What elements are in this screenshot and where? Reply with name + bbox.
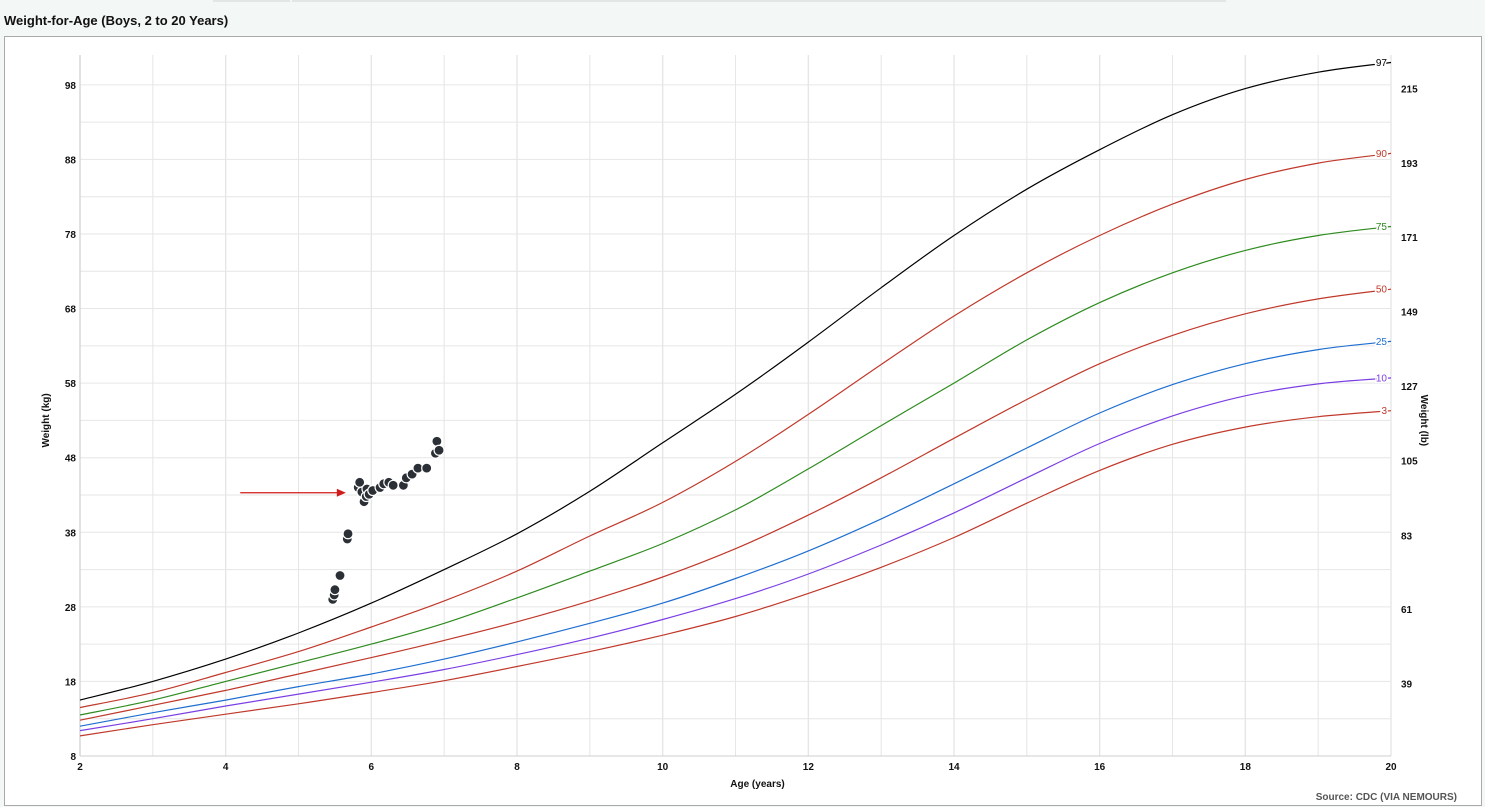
x-tick-label: 6 [369, 762, 375, 773]
measurement-point [431, 435, 443, 447]
measurement-point [329, 584, 341, 596]
y-tick-label: 88 [65, 155, 77, 166]
percentile-25-label: 25 [1376, 337, 1388, 348]
growth-chart: 2 4 6 8 10 12 14 16 18 20818283848586878889839618… [41, 55, 1429, 790]
percentile-97-label: 97 [1376, 58, 1388, 69]
measurement-point [334, 569, 346, 582]
x-tick-label: 4 [223, 762, 229, 773]
y-tick-label-right: 149 [1401, 308, 1418, 319]
y-tick-label: 98 [65, 81, 77, 92]
y-tick-label: 18 [65, 677, 77, 688]
measurement-point [387, 479, 399, 491]
percentile-50-label: 50 [1376, 285, 1388, 296]
x-tick-label: 16 [1094, 762, 1106, 773]
y-tick-label-right: 61 [1401, 605, 1413, 616]
y-tick-label-right: 215 [1401, 85, 1418, 96]
top-bar-segment [292, 0, 1226, 2]
y-tick-label: 58 [65, 379, 77, 390]
percentile-75-label: 75 [1376, 222, 1388, 233]
measurement-point [433, 444, 445, 456]
y-tick-label-right: 83 [1401, 531, 1413, 542]
y-tick-label: 68 [65, 305, 77, 316]
x-tick-label: 12 [803, 762, 815, 773]
y-tick-label: 28 [65, 603, 77, 614]
measurement-point [342, 528, 354, 540]
x-tick-label: 20 [1385, 762, 1397, 773]
y-tick-label: 48 [65, 454, 77, 465]
y-tick-label-right: 193 [1401, 159, 1418, 170]
top-bar-segment [213, 0, 290, 2]
y-tick-label-right: 127 [1401, 382, 1418, 393]
x-tick-label: 14 [948, 762, 960, 773]
top-bar [0, 0, 1485, 4]
annotation-arrow-head [336, 488, 346, 497]
x-tick-label: 2 [77, 762, 83, 773]
x-tick-label: 10 [657, 762, 669, 773]
x-tick-label: 8 [514, 762, 520, 773]
y-tick-label-right: 105 [1401, 457, 1418, 468]
percentile-10-label: 10 [1376, 373, 1388, 384]
y-tick-label-right: 171 [1401, 233, 1418, 244]
percentile-3-label: 3 [1381, 406, 1387, 417]
y-tick-label: 78 [65, 230, 77, 241]
measurement-point [421, 462, 433, 474]
percentile-90-label: 90 [1376, 149, 1388, 160]
y-axis-label: Weight (kg) [41, 393, 52, 447]
page-title: Weight-for-Age (Boys, 2 to 20 Years) [4, 13, 229, 28]
x-axis-label: Age (years) [730, 779, 784, 790]
y-tick-label: 38 [65, 528, 77, 539]
chart-panel: 2 4 6 8 10 12 14 16 18 20 8 18 28 38 48 58 68 78 88 98 39 61 8… [4, 36, 1482, 806]
y-tick-label-right: 39 [1401, 680, 1413, 691]
y-tick-label: 8 [70, 752, 76, 763]
x-tick-label: 18 [1240, 762, 1252, 773]
source-note: Source: CDC (VIA NEMOURS) [1315, 792, 1457, 803]
y-axis-label-right: Weight (lb) [1418, 395, 1429, 446]
